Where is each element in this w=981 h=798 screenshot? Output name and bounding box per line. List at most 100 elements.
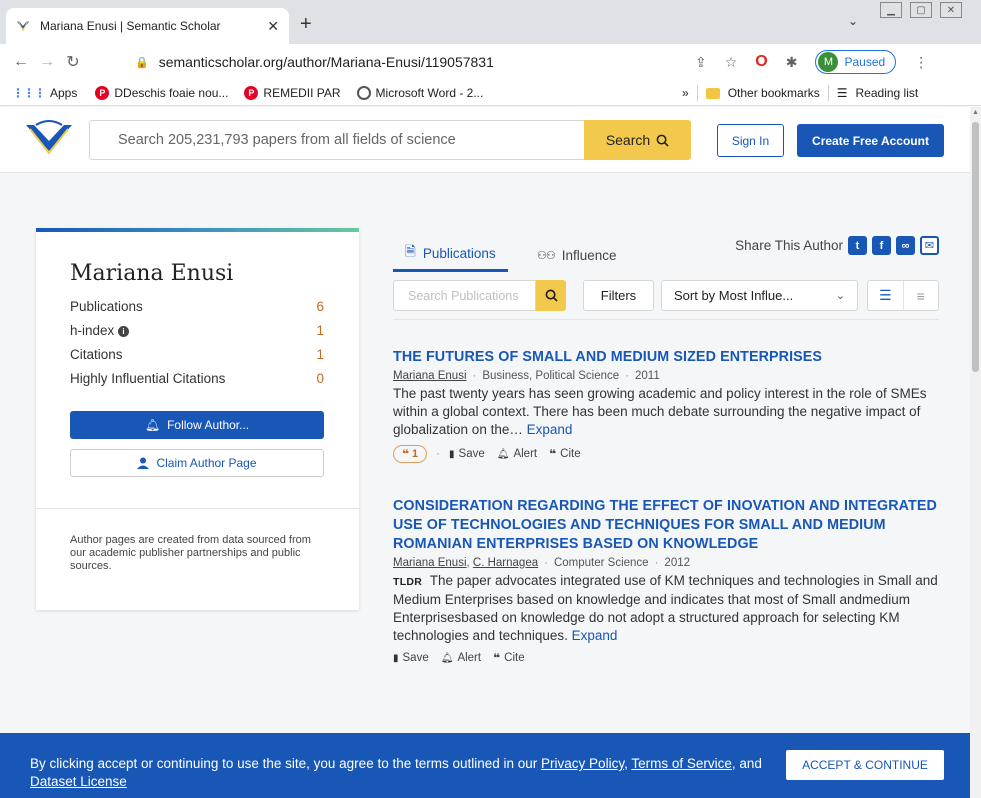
follow-author-button[interactable]: 🔔︎ Follow Author... — [70, 411, 324, 439]
bell-icon: 🔔︎ — [496, 448, 510, 460]
expand-link[interactable]: Expand — [572, 628, 618, 643]
stat-value: 6 — [316, 299, 324, 314]
quote-icon: ❝ — [549, 447, 557, 461]
save-button[interactable]: ▮ Save — [449, 448, 485, 460]
back-arrow-icon[interactable]: ← — [8, 53, 34, 71]
search-icon — [656, 134, 669, 147]
bookmark-label: REMEDII PAR — [263, 85, 341, 100]
paper-meta: Mariana Enusi · Business, Political Scienc… — [393, 370, 943, 382]
paper-title[interactable]: THE FUTURES OF SMALL AND MEDIUM SIZED EN… — [393, 348, 943, 367]
info-icon[interactable]: i — [118, 325, 130, 337]
claim-author-button[interactable]: Claim Author Page — [70, 449, 324, 477]
email-icon[interactable]: ✉ — [920, 236, 939, 255]
browser-menu-icon[interactable]: ⋮ — [914, 54, 928, 71]
stat-highly-influential: Highly Influential Citations 0 — [70, 371, 324, 386]
url-text: semanticscholar.org/author/Mariana-Enusi… — [158, 54, 494, 70]
tab-search-chevron-icon[interactable]: ⌄ — [848, 14, 858, 28]
expand-link[interactable]: Expand — [527, 422, 573, 437]
compact-view-icon[interactable]: ≡ — [902, 281, 939, 310]
profile-button[interactable]: M Paused — [815, 50, 897, 74]
influence-network-icon: ⚇⚇ — [537, 249, 556, 262]
bookmark-item[interactable]: Microsoft Word - 2... — [356, 85, 484, 100]
sort-select[interactable]: Sort by Most Influe... ⌄ — [661, 280, 858, 311]
stat-value: 1 — [316, 323, 324, 338]
facebook-icon[interactable]: f — [872, 236, 891, 255]
paper-title[interactable]: CONSIDERATION REGARDING THE EFFECT OF IN… — [393, 497, 943, 554]
browser-tab[interactable]: Mariana Enusi | Semantic Scholar ✕ — [6, 8, 289, 44]
window-close-icon[interactable]: ✕ — [940, 2, 962, 18]
search-input[interactable]: Search 205,231,793 papers from all field… — [89, 120, 584, 160]
folder-icon — [705, 87, 720, 99]
semantic-scholar-logo-icon[interactable] — [24, 119, 74, 157]
bookmark-item[interactable]: P REMEDII PAR — [244, 85, 341, 100]
maximize-icon[interactable]: ▢ — [910, 2, 932, 18]
abstract-text: The past twenty years has seen growing a… — [393, 386, 927, 437]
bookmark-star-icon[interactable]: ☆ — [725, 54, 738, 71]
bookmark-label: DDeschis foaie nou... — [114, 85, 229, 100]
link-icon[interactable]: ∞ — [896, 236, 915, 255]
publication-search-input[interactable]: Search Publications — [393, 280, 536, 311]
opera-extension-icon[interactable]: O — [755, 53, 767, 71]
search-icon — [545, 289, 558, 302]
share-page-icon[interactable]: ⇪ — [695, 54, 707, 71]
scroll-up-icon[interactable]: ▲ — [972, 109, 979, 116]
other-bookmarks[interactable]: Other bookmarks — [728, 86, 820, 100]
accept-continue-button[interactable]: ACCEPT & CONTINUE — [786, 750, 944, 780]
search-button-label: Search — [605, 132, 651, 148]
terms-of-service-link[interactable]: Terms of Service — [631, 756, 732, 771]
sign-in-button[interactable]: Sign In — [717, 124, 784, 157]
reading-list[interactable]: Reading list — [856, 86, 919, 100]
alert-button[interactable]: 🔔︎ Alert — [441, 652, 481, 664]
pinterest-icon: P — [244, 85, 259, 100]
bookmark-apps[interactable]: ⋮⋮⋮ Apps — [12, 86, 77, 100]
create-account-button[interactable]: Create Free Account — [797, 124, 944, 157]
paper-fields: Computer Science — [553, 557, 649, 569]
divider — [696, 85, 698, 101]
dataset-license-link[interactable]: Dataset License — [30, 774, 127, 789]
cookie-message: By clicking accept or continuing to use … — [30, 755, 770, 791]
publications-toolbar: Search Publications Filters Sort by Most… — [393, 280, 939, 320]
new-tab-button[interactable]: + — [300, 13, 312, 36]
alert-button[interactable]: 🔔︎ Alert — [497, 448, 537, 460]
bookmarks-bar: ⋮⋮⋮ Apps P DDeschis foaie nou... P REMED… — [0, 80, 981, 106]
sort-value: Sort by Most Influe... — [674, 288, 794, 303]
paper-coauthor-link[interactable]: C. Harnagea — [473, 557, 538, 569]
publication-search-button[interactable] — [536, 280, 566, 311]
bookmark-label: Microsoft Word - 2... — [375, 85, 484, 100]
citation-count-badge[interactable]: ❝ 1 — [393, 445, 428, 463]
list-view-icon[interactable]: ☰ — [868, 281, 903, 310]
avatar: M — [818, 52, 839, 72]
bookmark-item[interactable]: P DDeschis foaie nou... — [95, 85, 229, 100]
stat-value: 1 — [316, 347, 324, 362]
paper-author-link[interactable]: Mariana Enusi — [393, 370, 467, 382]
paper-abstract: TLDR The paper advocates integrated use … — [393, 572, 943, 645]
twitter-icon[interactable]: t — [848, 236, 867, 255]
tab-label: Influence — [561, 247, 617, 263]
tab-influence[interactable]: ⚇⚇ Influence — [537, 238, 617, 272]
filters-button[interactable]: Filters — [583, 280, 654, 311]
tab-close-icon[interactable]: ✕ — [267, 18, 279, 35]
privacy-policy-link[interactable]: Privacy Policy — [541, 756, 624, 771]
extensions-puzzle-icon[interactable]: ✱ — [786, 54, 798, 71]
page-scrollbar[interactable]: ▲ — [970, 107, 981, 798]
chevron-down-icon: ⌄ — [835, 290, 845, 302]
cite-button[interactable]: ❝ Cite — [549, 447, 581, 461]
apps-grid-icon: ⋮⋮⋮ — [12, 85, 46, 100]
paper-actions: ❝ 1 · ▮ Save 🔔︎ Alert ❝ Cite — [393, 445, 943, 463]
paper-abstract: The past twenty years has seen growing a… — [393, 385, 943, 439]
tab-publications[interactable]: 🗎 Publications — [393, 238, 508, 272]
cite-button[interactable]: ❝ Cite — [493, 651, 525, 665]
paper-author-link[interactable]: Mariana Enusi — [393, 557, 467, 569]
minimize-icon[interactable]: ▁ — [880, 2, 902, 18]
bookmarks-overflow-button[interactable]: » — [682, 86, 689, 100]
save-button[interactable]: ▮ Save — [393, 652, 429, 664]
url-field[interactable]: 🔒 semanticscholar.org/author/Mariana-Enu… — [135, 48, 695, 76]
reload-icon[interactable]: ↻ — [60, 52, 86, 72]
scrollbar-thumb[interactable] — [972, 122, 979, 372]
search-button[interactable]: Search — [584, 120, 691, 160]
stat-label: Citations — [70, 347, 123, 362]
forward-arrow-icon[interactable]: → — [34, 53, 60, 71]
quote-icon: ❝ — [402, 447, 410, 461]
profile-status: Paused — [844, 55, 886, 69]
paper-year: 2011 — [635, 370, 660, 382]
